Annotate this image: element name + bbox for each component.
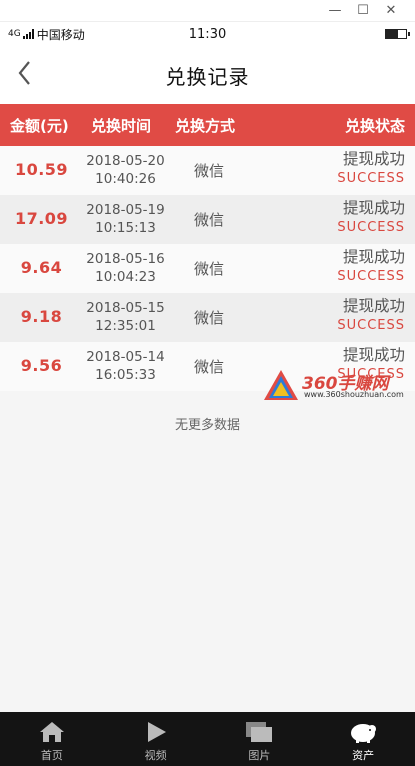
row-amount: 9.56 (20, 356, 63, 375)
no-more-data-text: 无更多数据 (174, 418, 240, 433)
row-status: 提现成功 SUCCESS (337, 150, 405, 188)
status-time: 11:30 (188, 26, 227, 42)
header-method: 兑换方式 (175, 116, 236, 135)
row-clock: 12:35:01 (95, 318, 156, 334)
tab-label: 图片 (248, 749, 271, 762)
row-time: 2018-05-15 12:35:01 (83, 299, 168, 335)
row-method: 微信 (193, 260, 224, 278)
row-method: 微信 (193, 211, 224, 229)
row-time: 2018-05-20 10:40:26 (83, 152, 168, 188)
status-en: SUCCESS (337, 269, 405, 284)
table-row: 10.59 2018-05-20 10:40:26 微信 提现成功 SUCCES… (0, 146, 415, 195)
tab-images[interactable]: 图片 (208, 712, 312, 766)
row-date: 2018-05-14 (86, 349, 165, 365)
chevron-left-icon[interactable] (12, 58, 42, 88)
row-clock: 10:04:23 (95, 269, 156, 285)
watermark: 360手赚网 www.360shouzhuan.com (262, 366, 412, 404)
watermark-logo-icon (264, 370, 298, 400)
bottom-tab-bar: 首页 视频 图片 资产 (0, 712, 415, 766)
nav-bar: 兑换记录 (0, 46, 415, 104)
signal-bars-icon (22, 29, 34, 39)
window-titlebar: — ☐ ✕ (0, 0, 415, 22)
row-amount: 9.64 (20, 258, 63, 277)
minimize-button[interactable]: — (321, 0, 349, 22)
header-time: 兑换时间 (91, 116, 152, 135)
record-list: 10.59 2018-05-20 10:40:26 微信 提现成功 SUCCES… (0, 146, 415, 391)
phone-status-bar: 4G 中国移动 11:30 (0, 22, 415, 46)
header-status: 兑换状态 (344, 116, 405, 135)
status-cn: 提现成功 (342, 150, 405, 168)
page-title: 兑换记录 (165, 64, 250, 89)
row-time: 2018-05-19 10:15:13 (83, 201, 168, 237)
header-amount: 金额(元) (10, 116, 69, 135)
status-en: SUCCESS (337, 171, 405, 186)
close-button[interactable]: ✕ (377, 0, 405, 22)
row-date: 2018-05-19 (86, 202, 165, 218)
row-clock: 10:40:26 (95, 171, 156, 187)
row-status: 提现成功 SUCCESS (337, 199, 405, 237)
images-icon (246, 722, 273, 742)
row-amount: 10.59 (14, 160, 69, 179)
row-time: 2018-05-14 16:05:33 (83, 348, 168, 384)
row-date: 2018-05-20 (86, 153, 165, 169)
tab-home[interactable]: 首页 (0, 712, 104, 766)
row-clock: 10:15:13 (95, 220, 156, 236)
table-row: 17.09 2018-05-19 10:15:13 微信 提现成功 SUCCES… (0, 195, 415, 244)
status-cn: 提现成功 (342, 346, 405, 364)
row-method: 微信 (193, 358, 224, 376)
status-cn: 提现成功 (342, 248, 405, 266)
row-method: 微信 (193, 162, 224, 180)
row-time: 2018-05-16 10:04:23 (83, 250, 168, 286)
table-header: 金额(元) 兑换时间 兑换方式 兑换状态 (0, 104, 415, 146)
battery-icon (385, 29, 410, 39)
row-amount: 17.09 (14, 209, 69, 228)
row-clock: 16:05:33 (95, 367, 156, 383)
tab-label: 资产 (352, 749, 375, 762)
row-date: 2018-05-15 (86, 300, 165, 316)
tab-label: 视频 (144, 749, 167, 762)
row-status: 提现成功 SUCCESS (337, 297, 405, 335)
play-icon (147, 722, 166, 742)
status-cn: 提现成功 (342, 199, 405, 217)
status-en: SUCCESS (337, 220, 405, 235)
maximize-button[interactable]: ☐ (349, 0, 377, 22)
tab-video[interactable]: 视频 (104, 712, 208, 766)
tab-assets[interactable]: 资产 (311, 712, 415, 766)
home-icon (39, 722, 64, 742)
row-method: 微信 (193, 309, 224, 327)
watermark-url: www.360shouzhuan.com (304, 390, 404, 399)
table-row: 9.18 2018-05-15 12:35:01 微信 提现成功 SUCCESS (0, 293, 415, 342)
carrier-name: 中国移动 (36, 27, 85, 42)
row-status: 提现成功 SUCCESS (337, 248, 405, 286)
row-date: 2018-05-16 (86, 251, 165, 267)
signal-indicator: 4G (8, 28, 21, 39)
tab-label: 首页 (40, 749, 63, 762)
row-amount: 9.18 (20, 307, 63, 326)
status-cn: 提现成功 (342, 297, 405, 315)
piggy-bank-icon (351, 724, 377, 743)
status-en: SUCCESS (337, 318, 405, 333)
table-row: 9.64 2018-05-16 10:04:23 微信 提现成功 SUCCESS (0, 244, 415, 293)
